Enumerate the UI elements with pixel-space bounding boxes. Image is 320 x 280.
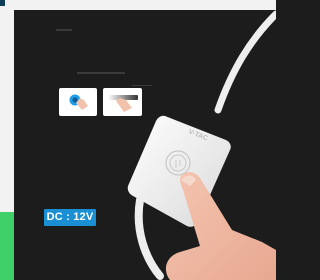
touch-tap-icon <box>59 88 97 116</box>
touch-slide-icon <box>103 88 142 116</box>
dc-voltage-badge: DC : 12V <box>44 209 96 226</box>
product-photo: V-TAC <box>14 10 276 280</box>
